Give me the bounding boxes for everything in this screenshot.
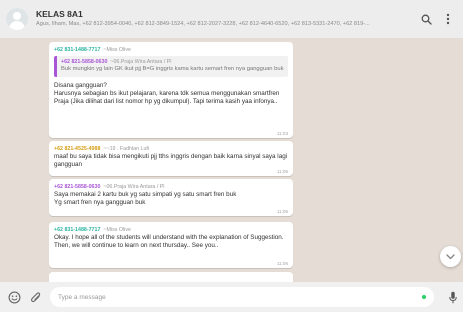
message-sender[interactable]: +62 821-5858-0630 ~06.Praja Wira Antara /… [54, 183, 288, 191]
scroll-down-button[interactable] [440, 246, 461, 267]
message-input-box[interactable] [50, 287, 434, 307]
quoted-sender-phone: +62 821-5858-0630 [61, 59, 108, 65]
menu-icon[interactable] [439, 10, 457, 28]
sender-phone: +62 821-5858-0630 [54, 184, 101, 190]
message-time: 11:06 [276, 261, 288, 266]
message-input[interactable] [58, 293, 426, 301]
message-bubble[interactable]: +62 821-4525-4988 ~~19 . Fadhlan Lufi maa… [49, 141, 293, 176]
message-bubble-partial[interactable] [49, 272, 293, 282]
chat-info[interactable]: KELAS 8A1 Agus, Ilham, Mas, +62 812-3954… [36, 9, 417, 29]
sender-name: ~06.Praja Wira Antara / Pl [103, 184, 165, 190]
message-line: Saya memakai 2 kartu buk yg satu simpati… [54, 191, 237, 207]
message-sender[interactable]: +62 831-1488-7717 ~Miss Olive [54, 46, 288, 54]
sender-name: ~~19 . Fadhlan Lufi [103, 146, 150, 152]
chevron-down-icon [446, 253, 455, 259]
message-bubble[interactable]: +62 831-1488-7717 ~Miss Olive +62 821-585… [49, 42, 293, 138]
message-bubble[interactable]: +62 821-5858-0630 ~06.Praja Wira Antara /… [49, 179, 293, 216]
message-sender[interactable]: +62 831-1488-7717 ~Miss Olive [54, 226, 288, 234]
chat-title: KELAS 8A1 [36, 9, 83, 19]
sender-phone: +62 831-1488-7717 [54, 227, 101, 233]
status-dot [422, 295, 426, 299]
sender-phone: +62 821-4525-4988 [54, 146, 101, 152]
sender-name: ~Miss Olive [103, 47, 131, 53]
attach-icon[interactable] [27, 289, 44, 306]
message-list[interactable]: +62 831-1488-7717 ~Miss Olive +62 821-585… [0, 38, 463, 282]
microphone-icon[interactable] [444, 289, 461, 306]
message-text: Disana gangguan? Harusnya sebagian bs ik… [54, 81, 280, 106]
quoted-sender-name: ~06.Praja Wira Antara / Pl [110, 59, 172, 65]
quoted-text: Buk mungkin yg lain GK ikut pjj B=G ingg… [61, 66, 284, 72]
sender-phone: +62 831-1488-7717 [54, 47, 101, 53]
sender-name: ~Miss Olive [103, 227, 131, 233]
quoted-message[interactable]: +62 821-5858-0630 ~06.Praja Wira Antara /… [54, 56, 288, 77]
message-text: maaf bu saya tidak bisa mengikuti pjj tt… [54, 153, 288, 169]
message-time: 11:05 [276, 209, 288, 214]
message-text: Okay. I hope all of the students will un… [54, 234, 284, 250]
message-composer [0, 282, 463, 312]
participants-list: Agus, Ilham, Mas, +62 812-3954-0040, +62… [36, 21, 370, 27]
search-icon[interactable] [417, 10, 435, 28]
message-sender[interactable]: +62 821-4525-4988 ~~19 . Fadhlan Lufi [54, 145, 288, 153]
chat-header[interactable]: KELAS 8A1 Agus, Ilham, Mas, +62 812-3954… [0, 0, 463, 38]
message-bubble[interactable]: +62 831-1488-7717 ~Miss Olive Okay. I hop… [49, 222, 293, 268]
group-avatar[interactable] [6, 8, 28, 30]
message-time: 11:05 [276, 169, 288, 174]
message-time: 11:03 [276, 131, 288, 136]
message-text: Saya memakai 2 kartu buk yg satu simpati… [54, 191, 288, 208]
emoji-icon[interactable] [6, 289, 23, 306]
